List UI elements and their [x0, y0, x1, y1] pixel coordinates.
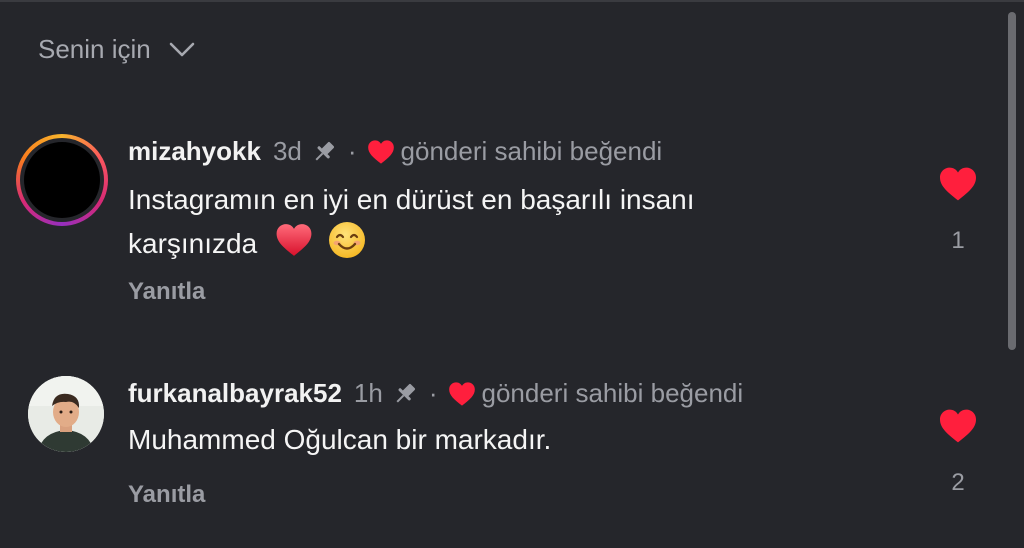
username[interactable]: furkanalbayrak52	[128, 378, 342, 409]
pin-icon	[391, 380, 419, 408]
avatar[interactable]	[16, 134, 108, 226]
comments-panel: Senin için mizahyokk 3d · gönderi sahibi…	[0, 0, 1024, 548]
profile-photo	[28, 376, 104, 452]
heart-icon[interactable]	[936, 166, 980, 207]
scrollbar[interactable]	[1008, 12, 1016, 350]
timestamp: 3d	[272, 136, 302, 166]
heart-icon	[448, 381, 476, 407]
liked-by-author-label: gönderi sahibi beğendi	[481, 378, 744, 408]
reply-button[interactable]: Yanıtla	[128, 278, 205, 306]
heart-icon[interactable]	[936, 408, 980, 449]
comment-text: Instagramın en iyi en dürüst en başarılı…	[128, 180, 848, 271]
comment-text: Muhammed Oğulcan bir markadır.	[128, 420, 848, 460]
pin-icon	[310, 138, 338, 166]
profile-photo	[24, 142, 100, 218]
red-heart-emoji	[275, 222, 313, 269]
like-count: 1	[951, 227, 965, 254]
comment-text-line-2: karşınızda	[128, 227, 258, 259]
like-column: 1	[936, 166, 980, 255]
sort-filter-dropdown[interactable]: Senin için	[38, 34, 195, 65]
liked-by-author-label: gönderi sahibi beğendi	[400, 136, 663, 166]
username[interactable]: mizahyokk	[128, 136, 261, 167]
smiling-face-emoji	[327, 220, 367, 271]
chevron-down-icon	[169, 42, 195, 58]
timestamp: 1h	[353, 378, 383, 408]
reply-button[interactable]: Yanıtla	[128, 481, 205, 509]
comment-meta: mizahyokk 3d · gönderi sahibi beğendi	[128, 136, 662, 167]
like-column: 2	[936, 408, 980, 497]
comment-text-line: Instagramın en iyi en dürüst en başarılı…	[128, 184, 695, 215]
separator-dot: ·	[347, 136, 357, 166]
comment-text-line: Muhammed Oğulcan bir markadır.	[128, 424, 552, 455]
divider	[0, 0, 1024, 2]
like-count: 2	[951, 469, 965, 496]
separator-dot: ·	[428, 378, 438, 408]
avatar[interactable]	[28, 376, 104, 452]
filter-label: Senin için	[38, 34, 151, 64]
comment-meta: furkanalbayrak52 1h · gönderi sahibi beğ…	[128, 378, 743, 409]
heart-icon	[367, 139, 395, 165]
comment-text-line: karşınızda	[128, 220, 848, 271]
